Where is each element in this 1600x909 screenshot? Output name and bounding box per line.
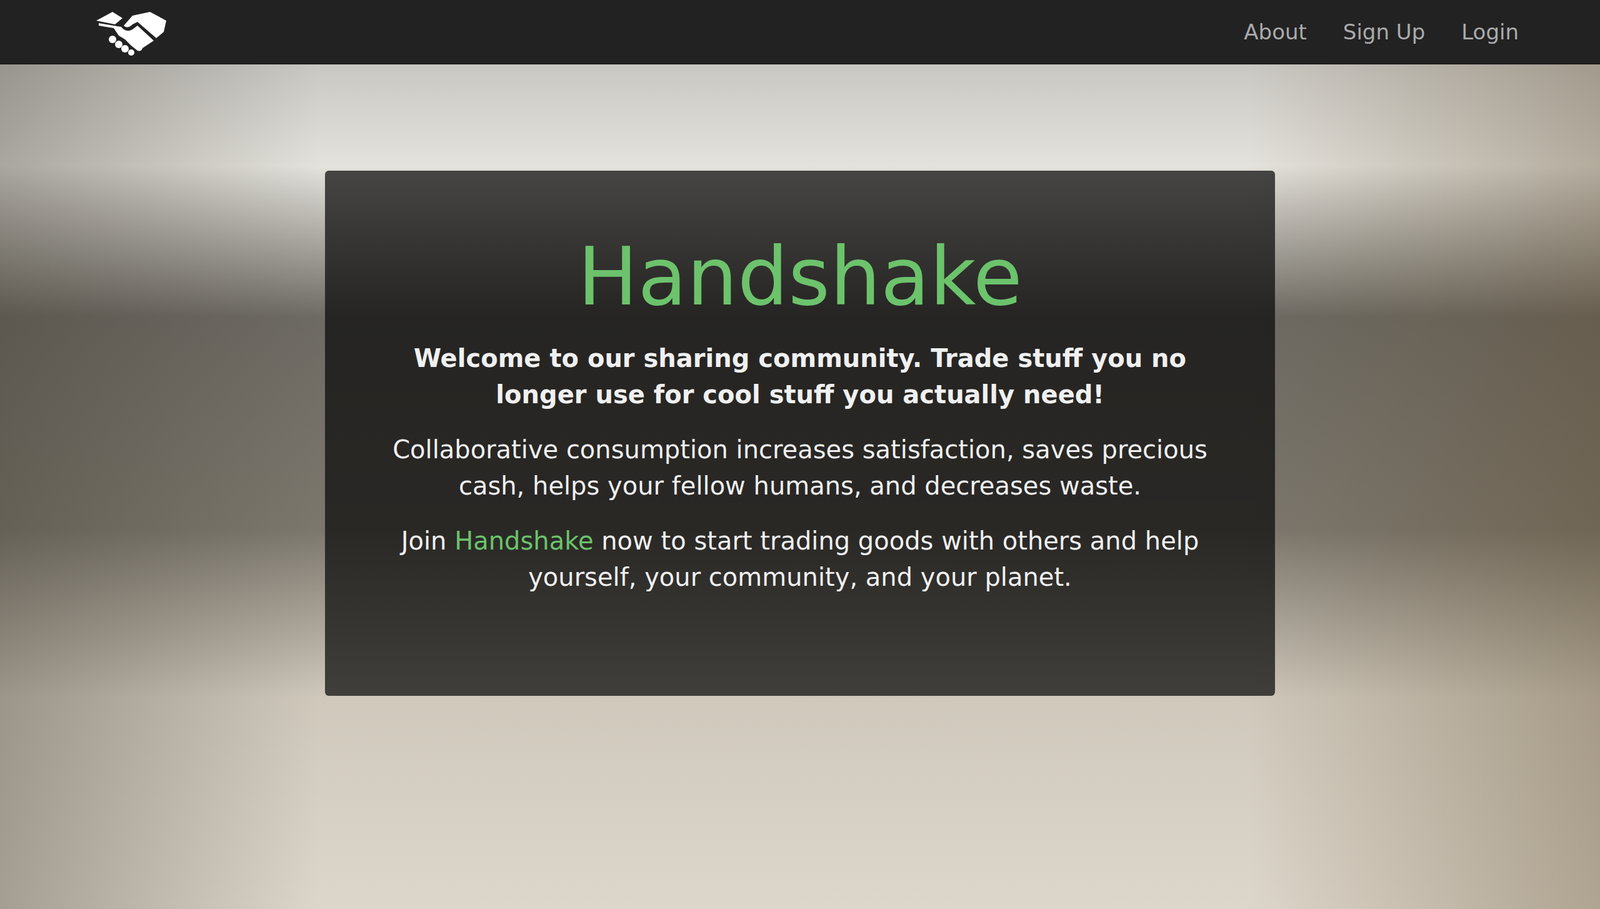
handshake-icon[interactable]	[93, 6, 169, 57]
hero-paragraph: Collaborative consumption increases sati…	[387, 431, 1213, 504]
hero-paragraph: Welcome to our sharing community. Trade …	[387, 340, 1213, 413]
navbar: About Sign Up Login	[0, 0, 1600, 65]
nav-links: About Sign Up Login	[1243, 19, 1519, 45]
nav-link[interactable]: Sign Up	[1343, 19, 1425, 45]
hero: Handshake Welcome to our sharing communit…	[0, 64, 1600, 909]
nav-link[interactable]: Login	[1461, 19, 1519, 45]
paragraph-text: Welcome to our sharing community. Trade …	[413, 343, 1187, 409]
paragraph-text: Collaborative consumption increases sati…	[392, 435, 1208, 500]
hero-paragraph: Join Handshake now to start trading good…	[387, 522, 1213, 595]
landing-page: About Sign Up Login Handshake Welcome to our…	[0, 0, 1600, 909]
paragraph-text: Join	[401, 526, 455, 555]
paragraph-text: now to start trading goods with others a…	[528, 526, 1199, 592]
welcome-panel: Handshake Welcome to our sharing communit…	[325, 170, 1275, 696]
brand-highlight: Handshake	[454, 526, 594, 555]
nav-link[interactable]: About	[1243, 19, 1307, 45]
hero-title: Handshake	[387, 233, 1213, 322]
